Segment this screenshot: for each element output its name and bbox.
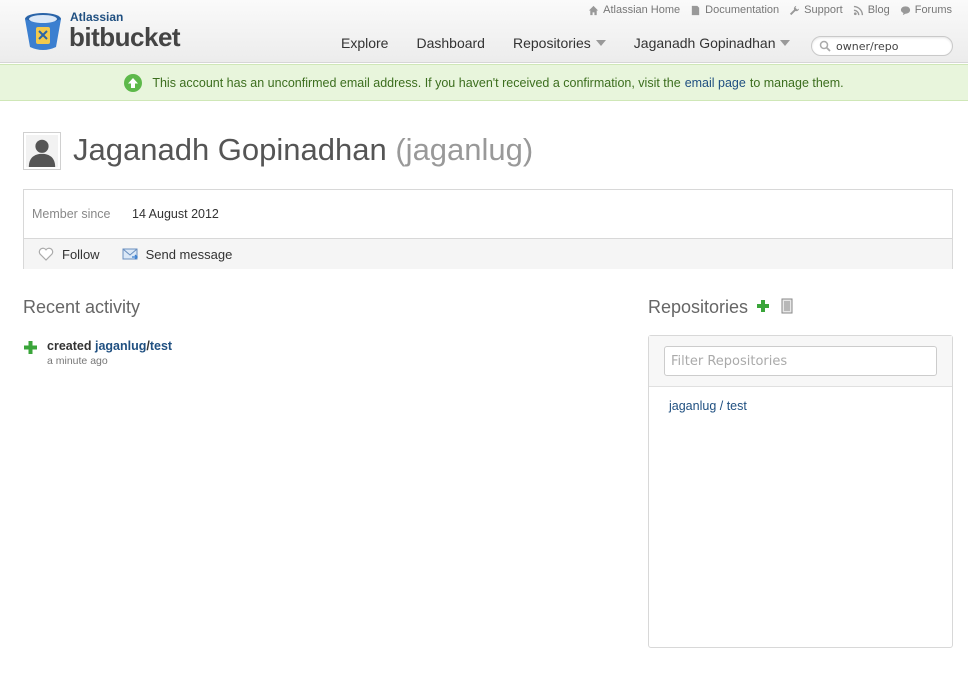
activity-verb: created	[47, 339, 92, 353]
top-links: Atlassian Home Documentation Support Blo…	[588, 3, 952, 17]
top-link-documentation[interactable]: Documentation	[690, 3, 779, 17]
chevron-down-icon	[595, 40, 606, 46]
activity-text: created jaganlug/test	[47, 339, 172, 353]
plus-icon	[24, 341, 37, 354]
search-box	[811, 36, 953, 56]
arrow-up-circle-icon	[124, 73, 143, 92]
top-link-label: Forums	[914, 4, 952, 16]
add-repository-icon[interactable]	[755, 298, 771, 314]
page-title: Jaganadh Gopinadhan (jaganlug)	[73, 132, 533, 168]
top-link-label: Support	[804, 4, 843, 16]
unconfirmed-email-notice: This account has an unconfirmed email ad…	[0, 64, 968, 101]
profile-actions: Follow Send message	[24, 238, 952, 269]
heart-icon	[38, 247, 54, 261]
repository-list-item: jaganlug / test	[669, 399, 747, 413]
email-page-link[interactable]: email page	[685, 76, 746, 90]
top-link-label: Atlassian Home	[603, 4, 681, 16]
repository-name-link[interactable]: test	[727, 399, 747, 413]
repository-filter-wrap	[649, 336, 952, 387]
nav-user-menu[interactable]: Jaganadh Gopinadhan	[634, 35, 791, 51]
top-link-atlassian-home[interactable]: Atlassian Home	[588, 3, 680, 17]
envelope-icon	[122, 248, 138, 260]
activity-repo-link[interactable]: test	[150, 339, 172, 353]
brand-bitbucket: bitbucket	[69, 22, 181, 52]
nav-repositories[interactable]: Repositories	[513, 35, 606, 51]
top-link-support[interactable]: Support	[789, 3, 843, 17]
top-link-blog[interactable]: Blog	[853, 3, 890, 17]
nav-dashboard[interactable]: Dashboard	[416, 35, 485, 51]
speech-bubble-icon	[900, 5, 910, 15]
member-since-value: 14 August 2012	[132, 207, 219, 221]
user-silhouette-icon	[26, 135, 58, 167]
notice-text-after: to manage them.	[749, 75, 844, 90]
recent-activity-title: Recent activity	[23, 297, 141, 317]
search-input[interactable]	[836, 39, 946, 53]
wrench-icon	[790, 5, 800, 15]
nav-user-label: Jaganadh Gopinadhan	[633, 35, 776, 51]
nav-explore[interactable]: Explore	[341, 35, 388, 51]
member-since-label: Member since	[32, 207, 111, 221]
top-link-label: Documentation	[705, 4, 780, 16]
top-header: Atlassian bitbucket Atlassian Home Docum…	[0, 0, 968, 63]
home-icon	[589, 5, 599, 15]
follow-button[interactable]: Follow	[38, 247, 100, 262]
bitbucket-logo[interactable]: Atlassian bitbucket	[22, 9, 181, 55]
activity-owner-link[interactable]: jaganlug	[95, 339, 146, 353]
top-link-forums[interactable]: Forums	[900, 3, 952, 17]
repositories-actions	[755, 298, 795, 314]
notice-text: This account has an unconfirmed email ad…	[152, 75, 681, 90]
document-icon	[691, 5, 700, 15]
avatar	[23, 132, 61, 170]
filter-repositories-input[interactable]	[664, 346, 937, 376]
main-nav: Explore Dashboard Repositories Jaganadh …	[341, 35, 818, 51]
repository-owner-link[interactable]: jaganlug	[669, 399, 716, 413]
rss-icon	[853, 5, 863, 15]
import-repository-icon[interactable]	[779, 298, 795, 314]
repositories-panel: jaganlug / test	[648, 335, 953, 648]
bitbucket-bucket-icon	[25, 13, 61, 50]
chevron-down-icon	[780, 40, 791, 46]
nav-repositories-label: Repositories	[512, 35, 591, 51]
repository-sep: /	[716, 399, 727, 413]
send-message-button[interactable]: Send message	[122, 246, 233, 262]
profile-meta-box: Member since 14 August 2012 Follow Send …	[23, 189, 953, 269]
activity-time: a minute ago	[47, 355, 108, 367]
send-message-label: Send message	[145, 246, 233, 262]
profile-username: (jaganlug)	[395, 132, 534, 167]
search-icon	[819, 40, 831, 52]
member-since-row: Member since 14 August 2012	[24, 190, 952, 238]
follow-label: Follow	[62, 246, 100, 262]
profile-full-name: Jaganadh Gopinadhan	[73, 132, 387, 167]
top-link-label: Blog	[867, 4, 890, 16]
repositories-title: Repositories	[648, 297, 749, 317]
